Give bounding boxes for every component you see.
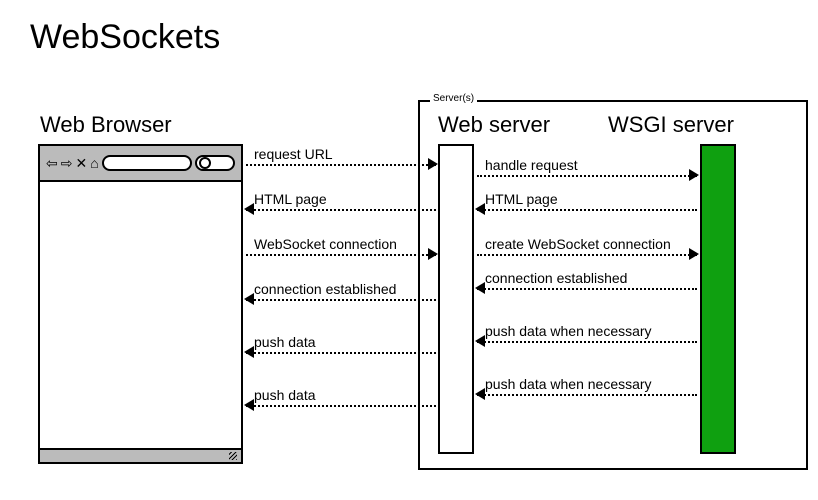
arrow-label: HTML page: [254, 191, 327, 207]
arrow-ws-connection: WebSocket connection: [246, 238, 436, 256]
arrow-request-url: request URL: [246, 148, 436, 166]
arrow-html-page-left: HTML page: [246, 193, 436, 211]
arrow-line: [477, 288, 697, 290]
arrow-line: [246, 164, 436, 166]
arrow-label: connection established: [485, 270, 627, 286]
search-bar: [195, 155, 235, 171]
browser-toolbar: ⇦ ⇨ ✕ ⌂: [40, 146, 241, 182]
arrow-label: HTML page: [485, 191, 558, 207]
home-icon: ⌂: [90, 156, 98, 170]
arrow-line: [246, 352, 436, 354]
arrow-push-data-1: push data: [246, 336, 436, 354]
back-icon: ⇦: [46, 156, 58, 170]
arrow-line: [477, 341, 697, 343]
arrow-push-necessary-2: push data when necessary: [477, 378, 697, 396]
arrow-line: [246, 299, 436, 301]
arrow-conn-established-left: connection established: [246, 283, 436, 301]
arrow-label: WebSocket connection: [254, 236, 397, 252]
arrow-line: [246, 254, 436, 256]
arrow-label: handle request: [485, 157, 578, 173]
arrow-create-ws: create WebSocket connection: [477, 238, 697, 256]
arrow-line: [246, 405, 436, 407]
browser-heading: Web Browser: [40, 112, 172, 138]
arrow-line: [246, 209, 436, 211]
arrow-line: [477, 254, 697, 256]
arrow-line: [477, 209, 697, 211]
arrow-conn-established-right: connection established: [477, 272, 697, 290]
forward-icon: ⇨: [61, 156, 73, 170]
arrow-line: [477, 175, 697, 177]
arrow-label: push data: [254, 387, 316, 403]
arrow-html-page-right: HTML page: [477, 193, 697, 211]
webserver-box: [438, 144, 474, 454]
arrow-label: push data when necessary: [485, 323, 652, 339]
arrow-label: connection established: [254, 281, 396, 297]
url-bar: [102, 155, 192, 171]
arrow-label: push data when necessary: [485, 376, 652, 392]
arrow-label: push data: [254, 334, 316, 350]
page-title: WebSockets: [30, 18, 220, 57]
wsgi-heading: WSGI server: [608, 112, 734, 138]
stop-icon: ✕: [75, 156, 87, 170]
browser-window: ⇦ ⇨ ✕ ⌂: [38, 144, 243, 464]
arrow-label: create WebSocket connection: [485, 236, 671, 252]
arrow-push-data-2: push data: [246, 389, 436, 407]
webserver-heading: Web server: [438, 112, 550, 138]
arrow-line: [477, 394, 697, 396]
browser-statusbar: [40, 448, 241, 462]
arrow-handle-request: handle request: [477, 159, 697, 177]
wsgi-box: [700, 144, 736, 454]
arrow-label: request URL: [254, 146, 333, 162]
arrow-push-necessary-1: push data when necessary: [477, 325, 697, 343]
servers-group-legend: Server(s): [430, 93, 477, 104]
